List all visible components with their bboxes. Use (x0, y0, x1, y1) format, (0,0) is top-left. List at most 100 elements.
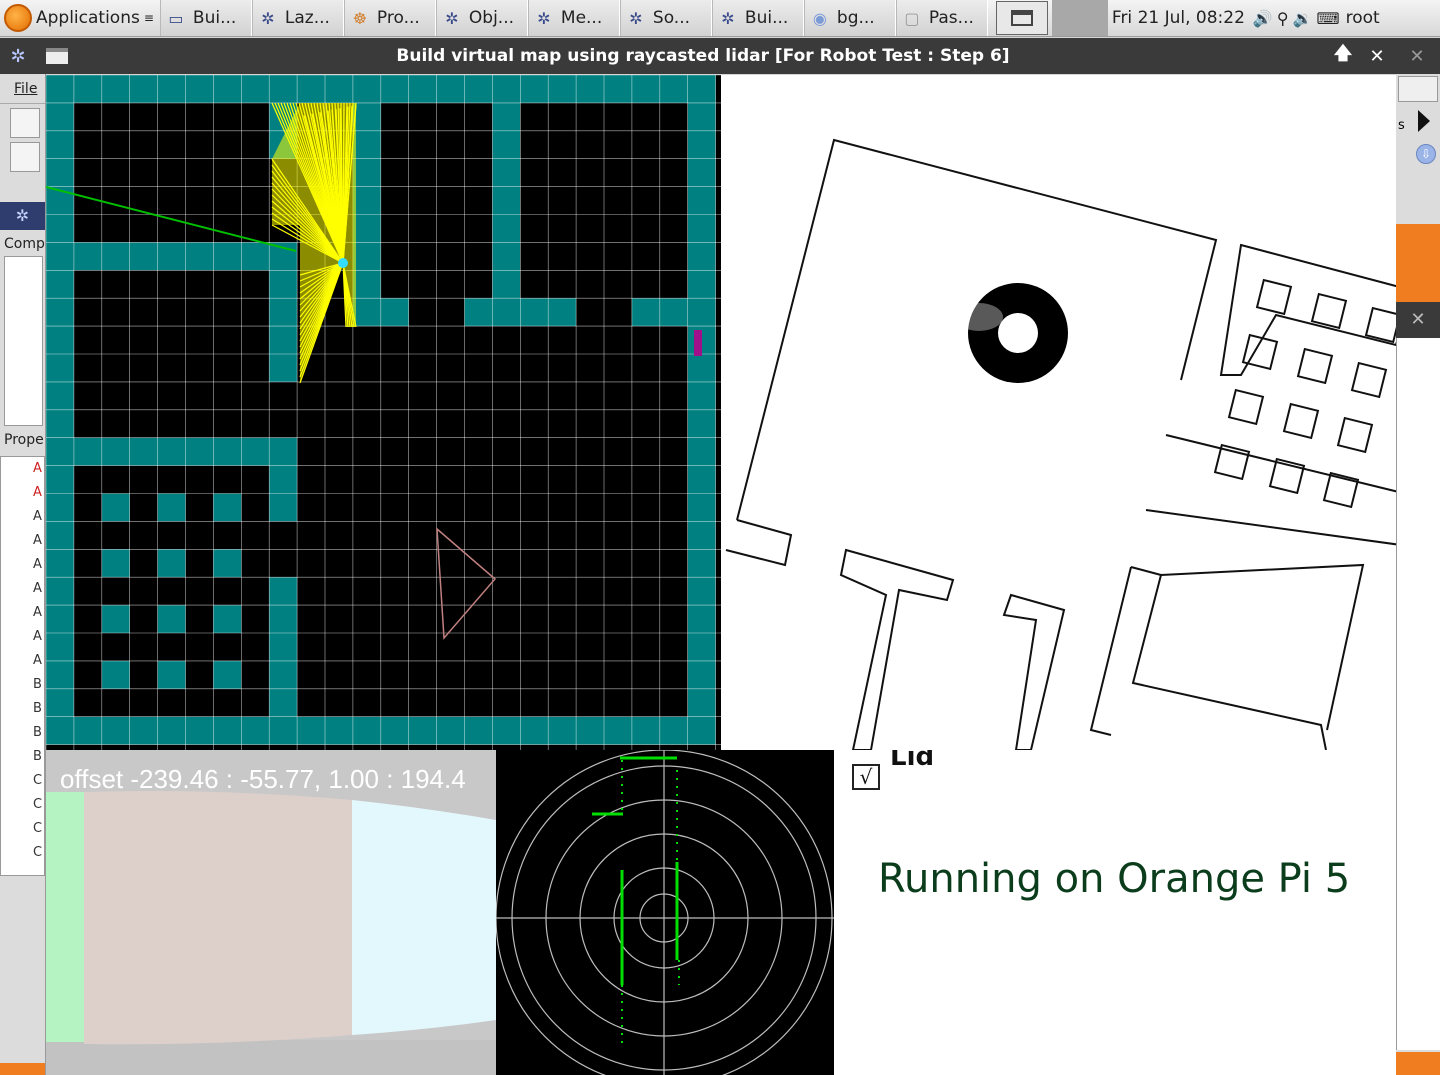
applications-label: Applications (36, 8, 140, 28)
background-button[interactable] (1398, 76, 1438, 102)
property-row[interactable]: B (1, 697, 44, 721)
simulated-grid-map[interactable] (46, 75, 721, 750)
lazarus-icon: ✲ (537, 8, 551, 28)
mapped-pillar (1282, 402, 1320, 440)
task-label: Bui... (192, 8, 237, 28)
task-source-editor[interactable]: ✲ So... (619, 0, 712, 36)
sound-icon[interactable]: 🔉 (1293, 9, 1313, 28)
wall-block (101, 660, 130, 689)
property-row[interactable]: A (1, 457, 44, 481)
task-label: So... (652, 8, 691, 28)
window-icon: ▭ (168, 8, 184, 28)
wall-block (157, 660, 186, 689)
play-icon[interactable] (1418, 110, 1430, 132)
room-outline (1130, 566, 1327, 750)
copy-button[interactable] (10, 142, 40, 172)
property-row[interactable]: B (1, 721, 44, 745)
components-label: Comp (4, 236, 45, 252)
keyboard-icon[interactable]: ⌨ (1316, 9, 1339, 28)
window-menu-icon[interactable] (46, 48, 68, 64)
property-row[interactable]: C (1, 769, 44, 793)
property-row[interactable]: A (1, 553, 44, 577)
scroll-down-icon[interactable]: ⇩ (1416, 144, 1436, 164)
mapped-pillar (1350, 361, 1388, 399)
lazarus-icon: ✲ (10, 45, 26, 67)
lidar-checkbox[interactable]: √ (852, 764, 880, 790)
task-build[interactable]: ✲ Bui... (711, 0, 804, 36)
task-label: Pro... (376, 8, 420, 28)
task-label: Laz... (284, 8, 330, 28)
new-file-button[interactable] (10, 108, 40, 138)
wall-segment-green (46, 792, 84, 1042)
task-label: Obj... (468, 8, 515, 28)
property-row[interactable]: C (1, 817, 44, 841)
platform-caption: Running on Orange Pi 5 (878, 856, 1351, 902)
task-object-inspector[interactable]: ✲ Obj... (435, 0, 528, 36)
task-messages[interactable]: ✲ Me... (527, 0, 620, 36)
task-lazarus[interactable]: ✲ Laz... (251, 0, 344, 36)
ide-background-strip: File ✲ Comp Prope AAAAAAAAABBBBCCCC (0, 74, 46, 1075)
property-row[interactable]: C (1, 793, 44, 817)
mapped-pillar (1255, 278, 1293, 316)
user-name[interactable]: root (1344, 8, 1380, 28)
mapped-obstacle-hole (998, 313, 1038, 353)
room-outline (725, 519, 793, 567)
system-tray: 🔊 ⚲ 🔉 ⌨ (1249, 9, 1344, 28)
applications-menu[interactable]: Applications ≡ (0, 0, 160, 36)
volume-icon[interactable]: 🔊 (1253, 9, 1273, 28)
wall-block (157, 493, 186, 522)
file-menu[interactable]: File (0, 74, 45, 104)
menu-arrow-icon: ≡ (143, 11, 154, 25)
wall-block (213, 660, 242, 689)
task-list: ▭ Bui... ✲ Laz... ☸ Pro... ✲ Obj... ✲ Me... ✲… (159, 0, 988, 36)
show-desktop-button[interactable] (995, 1, 1048, 35)
task-project[interactable]: ☸ Pro... (343, 0, 436, 36)
property-row[interactable]: A (1, 481, 44, 505)
task-label: Me... (560, 8, 603, 28)
property-row[interactable]: A (1, 577, 44, 601)
property-row[interactable]: B (1, 673, 44, 697)
wall-block (213, 605, 242, 633)
background-close-icon[interactable]: ✕ (1394, 46, 1440, 67)
property-row[interactable]: A (1, 625, 44, 649)
orange-panel (1396, 224, 1440, 302)
lidar-radar-view (496, 750, 834, 1075)
orange-bar (1396, 1052, 1440, 1075)
property-row[interactable]: B (1, 745, 44, 769)
component-tree[interactable] (4, 256, 43, 426)
property-list[interactable]: AAAAAAAAABBBBCCCC (0, 456, 45, 876)
task-label: Bui... (744, 8, 789, 28)
wall-block (269, 577, 298, 717)
robot-position-marker (338, 258, 348, 268)
close-icon[interactable]: ✕ (1360, 46, 1394, 67)
task-bg[interactable]: ◉ bg... (803, 0, 896, 36)
property-row[interactable]: A (1, 529, 44, 553)
maximize-icon[interactable]: 🡅 (1326, 41, 1360, 71)
property-row[interactable]: A (1, 601, 44, 625)
network-icon[interactable]: ⚲ (1277, 9, 1289, 28)
map-floor (46, 75, 721, 750)
mapped-pillar (1296, 347, 1334, 385)
background-close-icon[interactable]: ✕ (1396, 302, 1440, 338)
info-panel: Lid √ Running on Orange Pi 5 (834, 750, 1396, 1075)
task-build-window[interactable]: ▭ Bui... (159, 0, 252, 36)
wall-block (101, 549, 130, 578)
task-label: bg... (836, 8, 875, 28)
wall-block (157, 605, 186, 633)
lidar-checkbox-label: Lid (890, 750, 935, 772)
property-row[interactable]: C (1, 841, 44, 865)
lazarus-icon: ✲ (261, 8, 275, 28)
lazarus-icon: ✲ (721, 8, 735, 28)
clock[interactable]: Fri 21 Jul, 08:22 (1108, 8, 1249, 28)
wall-block (269, 437, 298, 522)
lazarus-icon: ✲ (445, 8, 459, 28)
property-row[interactable]: A (1, 649, 44, 673)
task-label: Pas... (928, 8, 974, 28)
mapped-pillar (1336, 416, 1374, 454)
wall-block (213, 493, 242, 522)
task-pas[interactable]: ▢ Pas... (895, 0, 988, 36)
property-row[interactable]: A (1, 505, 44, 529)
offset-readout: offset -239.46 : -55.77, 1.00 : 194.4 (60, 764, 466, 794)
wall-segment-blue (352, 800, 496, 1035)
lidar-built-map[interactable] (721, 75, 1396, 750)
